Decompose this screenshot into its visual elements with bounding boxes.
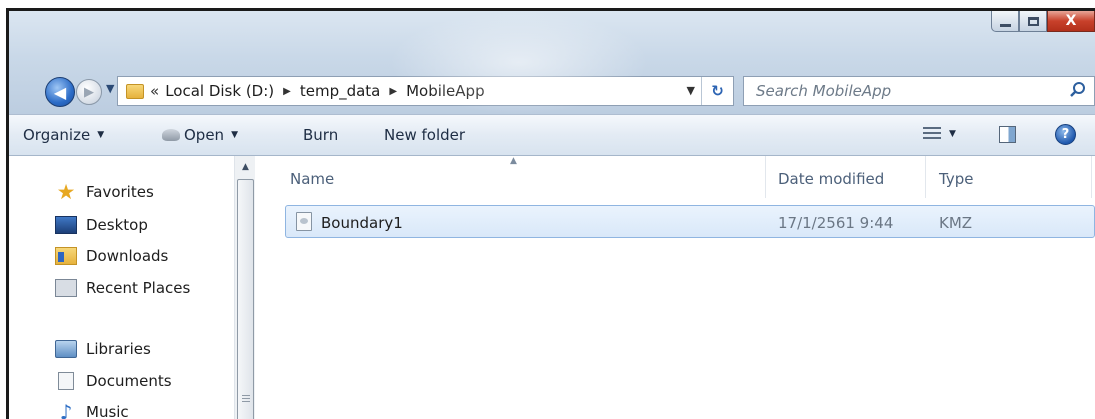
downloads-folder-icon	[55, 247, 77, 265]
preview-pane-icon[interactable]	[999, 126, 1016, 143]
minimize-icon	[999, 23, 1011, 27]
nav-recent-places[interactable]: Recent Places	[55, 279, 190, 297]
caption-buttons: X	[991, 11, 1095, 32]
navigation-row: ◀ ▶ ▼ « Local Disk (D:) ▶ temp_data ▶ Mo…	[9, 74, 1095, 114]
change-view-icon[interactable]	[923, 127, 941, 142]
views-dropdown-icon[interactable]: ▼	[949, 129, 956, 139]
libraries-icon	[55, 340, 77, 358]
nav-favorites[interactable]: ★ Favorites	[55, 180, 154, 204]
forward-button[interactable]: ▶	[76, 79, 102, 105]
nav-pane-scrollbar[interactable]: ▲	[234, 156, 255, 419]
window-chrome: X ◀ ▶ ▼ « Local Disk (D:) ▶ temp_data ▶ …	[9, 11, 1095, 114]
grip-icon	[242, 395, 250, 402]
new-folder-label: New folder	[384, 126, 466, 144]
nav-libraries-label: Libraries	[86, 340, 151, 358]
command-bar: Organize ▼ Open ▼ Burn New folder ▼ ?	[9, 114, 1095, 156]
column-divider[interactable]	[925, 156, 926, 198]
documents-icon	[58, 372, 74, 390]
refresh-icon: ↻	[711, 82, 724, 100]
open-button[interactable]: Open ▼	[162, 126, 238, 144]
file-row[interactable]: Boundary1 17/1/2561 9:44 KMZ	[285, 205, 1095, 238]
nav-favorites-label: Favorites	[86, 183, 154, 201]
desktop-icon	[55, 216, 77, 234]
maximize-button[interactable]	[1019, 11, 1047, 32]
file-icon	[296, 212, 312, 231]
search-icon[interactable]	[1068, 80, 1088, 100]
file-date-modified: 17/1/2561 9:44	[778, 214, 894, 232]
breadcrumb-temp-data[interactable]: temp_data	[300, 82, 381, 100]
column-divider[interactable]	[1091, 156, 1092, 198]
nav-music-label: Music	[86, 403, 129, 419]
folder-icon	[126, 83, 144, 99]
navigation-pane: ★ Favorites Desktop Downloads Recent Pla…	[9, 156, 261, 419]
file-list: ▲ Name Date modified Type Boundary1 17/1…	[261, 156, 1095, 419]
star-icon: ★	[56, 180, 76, 204]
back-arrow-icon: ◀	[53, 82, 67, 102]
close-icon: X	[1065, 13, 1077, 29]
recent-pages-dropdown[interactable]: ▼	[106, 82, 114, 95]
search-placeholder: Search MobileApp	[756, 82, 892, 100]
breadcrumb-arrow-icon[interactable]: ▶	[389, 86, 397, 97]
help-icon[interactable]: ?	[1055, 124, 1076, 145]
minimize-button[interactable]	[991, 11, 1019, 32]
file-type: KMZ	[939, 214, 973, 232]
address-overflow[interactable]: «	[150, 82, 159, 100]
nav-music[interactable]: ♪ Music	[55, 400, 129, 419]
address-bar[interactable]: « Local Disk (D:) ▶ temp_data ▶ MobileAp…	[117, 76, 734, 106]
search-input[interactable]: Search MobileApp	[743, 76, 1095, 106]
burn-button[interactable]: Burn	[303, 126, 338, 144]
nav-downloads[interactable]: Downloads	[55, 247, 168, 265]
nav-documents-label: Documents	[86, 372, 172, 390]
close-button[interactable]: X	[1047, 11, 1095, 32]
open-icon	[162, 129, 180, 141]
nav-desktop-label: Desktop	[86, 216, 148, 234]
column-header-type[interactable]: Type	[939, 170, 973, 188]
breadcrumb-local-disk[interactable]: Local Disk (D:)	[165, 82, 274, 100]
open-label: Open	[184, 126, 225, 144]
scroll-up-icon[interactable]: ▲	[235, 156, 256, 178]
recent-places-icon	[55, 279, 77, 297]
nav-documents[interactable]: Documents	[55, 372, 172, 390]
chevron-down-icon: ▼	[231, 130, 238, 140]
nav-libraries[interactable]: Libraries	[55, 340, 151, 358]
chevron-down-icon: ▼	[97, 130, 105, 140]
refresh-button[interactable]: ↻	[701, 77, 733, 105]
column-header-name[interactable]: Name	[290, 170, 334, 188]
nav-desktop[interactable]: Desktop	[55, 216, 148, 234]
new-folder-button[interactable]: New folder	[384, 126, 465, 144]
scrollbar-thumb[interactable]	[237, 179, 254, 419]
forward-arrow-icon: ▶	[84, 84, 94, 100]
address-dropdown-icon[interactable]: ▼	[687, 84, 695, 97]
nav-downloads-label: Downloads	[86, 247, 169, 265]
music-icon: ♪	[59, 400, 73, 419]
explorer-window: X ◀ ▶ ▼ « Local Disk (D:) ▶ temp_data ▶ …	[6, 8, 1095, 419]
breadcrumb-arrow-icon[interactable]: ▶	[283, 86, 291, 97]
breadcrumb-mobileapp[interactable]: MobileApp	[406, 82, 485, 100]
column-divider[interactable]	[765, 156, 766, 198]
organize-button[interactable]: Organize ▼	[23, 126, 104, 144]
organize-label: Organize	[23, 126, 91, 144]
file-name: Boundary1	[321, 214, 403, 232]
maximize-icon	[1027, 16, 1039, 26]
sort-ascending-icon: ▲	[510, 156, 517, 166]
burn-label: Burn	[303, 126, 339, 144]
column-header-date-modified[interactable]: Date modified	[778, 170, 884, 188]
nav-recent-places-label: Recent Places	[86, 279, 191, 297]
back-button[interactable]: ◀	[45, 77, 75, 107]
